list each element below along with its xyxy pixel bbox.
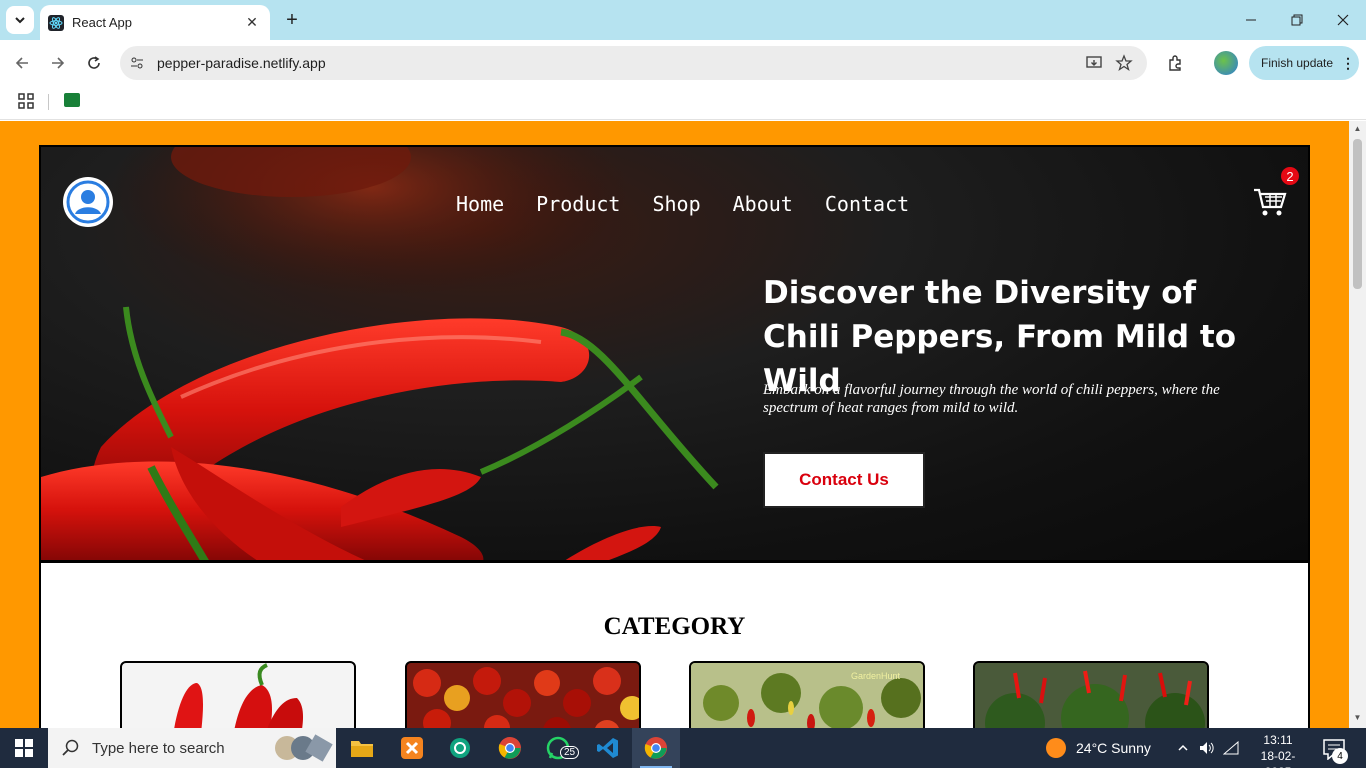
start-button[interactable] [0,728,48,768]
install-app-icon[interactable] [1079,48,1109,78]
bookmark-separator [48,94,49,110]
windows-taskbar: Type here to search 25 24°C Sunny 13:11 … [0,728,1366,768]
nav-about[interactable]: About [733,192,793,216]
xampp-icon [401,737,423,759]
tab-bar: React App ✕ + [0,0,1366,40]
category-image [174,663,303,728]
arrow-right-icon [52,57,65,69]
chatgpt-icon [450,738,470,758]
restore-button[interactable] [1274,0,1320,40]
new-tab-button[interactable]: + [280,8,304,32]
category-card[interactable] [120,661,356,728]
user-icon [66,180,110,224]
file-explorer-app[interactable] [338,728,386,768]
category-card[interactable] [405,661,641,728]
xampp-app[interactable] [388,728,436,768]
search-placeholder: Type here to search [92,739,225,757]
address-bar[interactable]: pepper-paradise.netlify.app [120,46,1147,80]
category-image [975,663,1207,728]
vscode-app[interactable] [584,728,632,768]
chrome-active-app[interactable] [632,728,680,768]
category-image: GardenHunt [691,663,923,728]
weather-text[interactable]: 24°C Sunny [1076,740,1151,756]
search-highlight-icon [274,734,333,762]
category-image [413,667,639,728]
scroll-up-icon[interactable]: ▲ [1353,124,1362,133]
hero-subtitle: Embark on a flavorful journey through th… [763,382,1220,416]
system-clock[interactable]: 13:11 18-02-2025 [1252,732,1304,768]
minimize-icon [1246,19,1256,21]
back-button[interactable] [8,49,36,77]
chevron-up-icon[interactable] [1174,739,1192,757]
bookmarks-bar [0,86,1366,120]
reload-icon [88,56,100,69]
cart-count-badge: 2 [1281,167,1299,185]
contact-us-button[interactable]: Contact Us [763,452,925,508]
weather-sun-icon[interactable] [1046,738,1066,758]
nav-home[interactable]: Home [456,192,504,216]
nav-product[interactable]: Product [536,192,620,216]
svg-text:GardenHunt: GardenHunt [851,671,901,681]
clock-time: 13:11 [1263,733,1293,747]
more-menu-icon: ⋮ [1341,54,1356,71]
minimize-button[interactable] [1228,0,1274,40]
nav-contact[interactable]: Contact [825,192,909,216]
scrollbar-thumb[interactable] [1353,139,1362,289]
windows-icon [15,739,33,757]
close-icon [1337,14,1349,26]
chrome-icon [498,737,521,759]
main-nav: Home Product Shop About Contact [456,192,941,216]
browser-tab[interactable]: React App ✕ [40,5,270,40]
close-tab-icon[interactable]: ✕ [242,13,262,33]
chrome-icon [644,737,667,759]
url-text: pepper-paradise.netlify.app [157,55,326,71]
close-window-button[interactable] [1320,0,1366,40]
apps-grid-icon[interactable] [18,93,34,109]
bookmark-star-icon[interactable] [1109,48,1139,78]
profile-avatar[interactable] [1214,51,1238,75]
hero-section: Home Product Shop About Contact 2 Discov… [41,147,1308,563]
tab-search-button[interactable] [6,6,34,34]
classroom-bookmark-icon[interactable] [64,93,80,107]
chatgpt-app[interactable] [436,728,484,768]
restore-icon [1291,14,1303,26]
category-card[interactable]: GardenHunt [689,661,925,728]
tab-title: React App [72,15,132,30]
vscode-icon [597,738,618,758]
taskbar-search[interactable]: Type here to search [48,728,336,768]
forward-button[interactable] [44,49,72,77]
reload-button[interactable] [80,49,108,77]
chevron-down-icon [15,17,25,24]
nav-shop[interactable]: Shop [652,192,700,216]
whatsapp-app[interactable]: 25 [534,728,582,768]
user-avatar-logo[interactable] [63,177,113,227]
clock-date: 18-02-2025 [1260,749,1296,768]
website-container: Home Product Shop About Contact 2 Discov… [39,145,1310,728]
category-heading: CATEGORY [603,613,746,640]
react-icon [48,14,64,31]
browser-toolbar: pepper-paradise.netlify.app Finish updat… [0,40,1366,86]
finish-update-label: Finish update [1261,56,1334,70]
page-scrollbar[interactable]: ▲ ▼ [1349,121,1366,728]
cart-icon[interactable] [1252,185,1288,219]
chrome-app[interactable] [486,728,534,768]
network-icon[interactable] [1222,739,1240,757]
page-viewport: Home Product Shop About Contact 2 Discov… [0,121,1349,728]
scroll-down-icon[interactable]: ▼ [1353,713,1362,722]
notification-count: 4 [1332,748,1348,764]
volume-icon[interactable] [1198,739,1216,757]
folder-icon [351,741,373,757]
finish-update-button[interactable]: Finish update ⋮ [1249,46,1359,80]
category-card[interactable] [973,661,1209,728]
whatsapp-badge: 25 [560,746,580,759]
extensions-icon[interactable] [1161,49,1189,77]
search-icon [62,739,79,756]
arrow-left-icon [15,57,28,69]
site-info-icon[interactable] [126,52,148,74]
